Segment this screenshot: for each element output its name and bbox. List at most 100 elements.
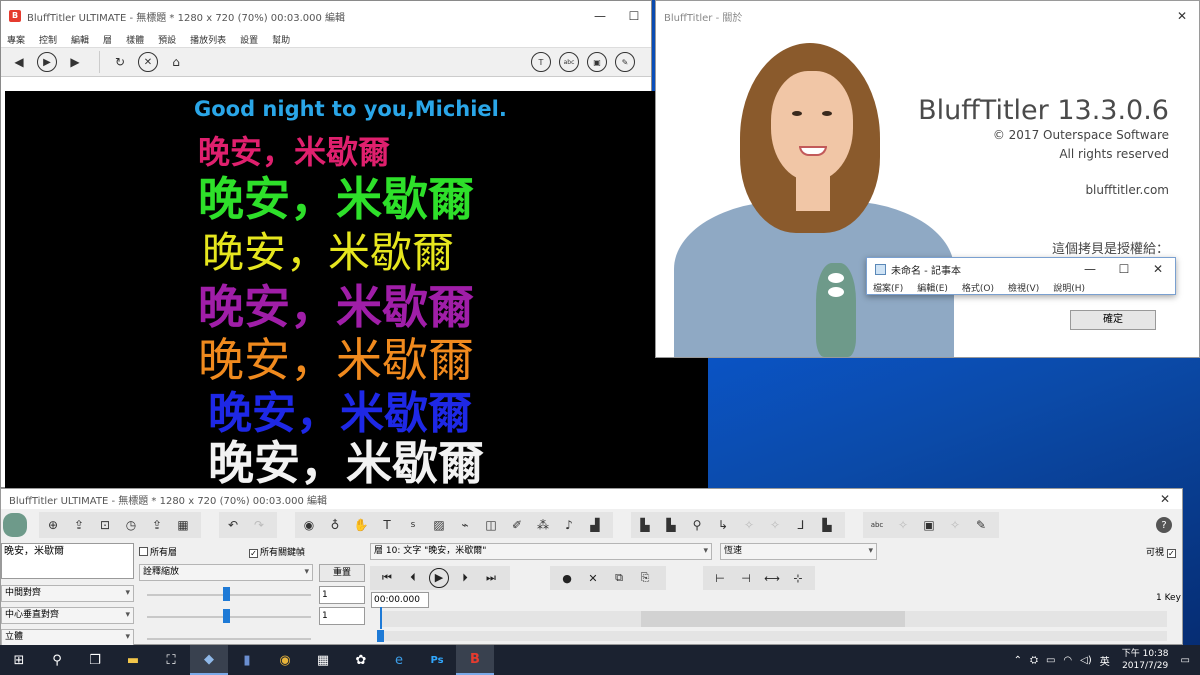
close-icon[interactable]: ✕ (1148, 492, 1182, 506)
home-icon[interactable]: ⌂ (164, 50, 188, 74)
blufftitler-taskbar-icon[interactable]: B (456, 645, 494, 675)
edit-tool-icon[interactable]: ✎ (613, 50, 637, 74)
layer-select[interactable]: 層 10: 文字 "晚安，米歇爾" (370, 543, 712, 560)
menu-edit[interactable]: 編輯 (71, 33, 89, 46)
minimize-button[interactable]: — (1073, 262, 1107, 276)
menu-format[interactable]: 格式(O) (962, 281, 994, 294)
network-app-icon[interactable]: ⛭ (1030, 655, 1038, 666)
menu-control[interactable]: 控制 (39, 33, 57, 46)
menu-settings[interactable]: 設置 (240, 33, 258, 46)
notification-icon[interactable]: ▭ (1181, 655, 1190, 666)
music-layer-icon[interactable]: ♪ (558, 514, 580, 536)
layer-tool-8-icon[interactable]: ▙ (816, 514, 838, 536)
menu-file[interactable]: 檔案(F) (873, 281, 903, 294)
vertical-align-select[interactable]: 中心垂直對齊 (1, 607, 134, 624)
layer-tool-6-icon[interactable]: ✧ (764, 514, 786, 536)
pinned-app-icon[interactable]: ◆ (190, 645, 228, 675)
step-forward-icon[interactable]: ⏵ (452, 571, 478, 585)
effect-3-icon[interactable]: ▣ (918, 514, 940, 536)
path-layer-icon[interactable]: ⌁ (454, 514, 476, 536)
previous-icon[interactable]: ◀ (7, 50, 31, 74)
wifi-icon[interactable]: ◠ (1063, 655, 1072, 666)
edge-icon[interactable]: e (380, 645, 418, 675)
photoshop-icon[interactable]: Ps (418, 645, 456, 675)
pinned-app-2-icon[interactable]: ▮ (228, 645, 266, 675)
about-titlebar[interactable]: BluffTitler - 關於 ✕ (656, 1, 1199, 31)
image-tool-icon[interactable]: ▣ (585, 50, 609, 74)
abc-effect-icon[interactable]: abc (866, 514, 888, 536)
close-icon[interactable]: ✕ (1165, 9, 1199, 23)
paint-icon[interactable]: ✿ (342, 645, 380, 675)
layer-tool-4-icon[interactable]: ↳ (712, 514, 734, 536)
style-select[interactable]: 立體 (1, 629, 134, 646)
timeline-range[interactable] (641, 611, 905, 627)
add-layer-icon[interactable]: ⊕ (42, 514, 64, 536)
particles-layer-icon[interactable]: ⁂ (532, 514, 554, 536)
menu-help[interactable]: 幫助 (272, 33, 290, 46)
ok-button[interactable]: 確定 (1070, 310, 1156, 330)
effect-2-icon[interactable]: ✧ (892, 514, 914, 536)
minimize-button[interactable]: — (583, 9, 617, 23)
task-view-icon[interactable]: ❐ (76, 645, 114, 675)
small-text-icon[interactable]: s (402, 514, 424, 536)
clock[interactable]: 下午 10:38 2017/7/29 (1122, 648, 1169, 672)
preview-titlebar[interactable]: B BluffTitler ULTIMATE - 無標題 * 1280 x 72… (1, 1, 651, 31)
copy-key-icon[interactable]: ⧉ (606, 571, 632, 585)
paste-key-icon[interactable]: ⎘ (632, 571, 658, 585)
preview-canvas[interactable]: Good night to you,Michiel. 晚安，米歇爾 晚安，米歇爾… (5, 91, 708, 490)
refresh-icon[interactable]: ↻ (108, 50, 132, 74)
delete-key-icon[interactable]: ✕ (580, 572, 606, 585)
light-icon[interactable]: ♁ (324, 514, 346, 536)
chrome-icon[interactable]: ◉ (266, 645, 304, 675)
search-icon[interactable]: ⚲ (38, 645, 76, 675)
clock-icon[interactable]: ◷ (120, 514, 142, 536)
step-back-icon[interactable]: ⏴ (400, 571, 426, 585)
text-tool-icon[interactable]: T (529, 50, 553, 74)
store-icon[interactable]: ⛶ (152, 645, 190, 675)
ime-indicator[interactable]: 英 (1100, 653, 1110, 668)
next-icon[interactable]: ▶ (63, 50, 87, 74)
layer-tool-2-icon[interactable]: ▙ (660, 514, 682, 536)
record-key-icon[interactable]: ● (554, 572, 580, 585)
timeline-titlebar[interactable]: BluffTitler ULTIMATE - 無標題 * 1280 x 720 … (1, 489, 1182, 509)
time-input[interactable]: 00:00.000 (371, 592, 429, 608)
slider-thumb-2[interactable] (223, 609, 230, 623)
file-explorer-icon[interactable]: ▬ (114, 645, 152, 675)
volume-icon[interactable]: ◁) (1080, 655, 1092, 666)
menu-edit[interactable]: 編輯(E) (917, 281, 948, 294)
frame-icon[interactable]: ⊡ (94, 514, 116, 536)
picture-layer-icon[interactable]: ▨ (428, 514, 450, 536)
hand-icon[interactable]: ✋ (350, 514, 372, 536)
calculator-icon[interactable]: ▦ (304, 645, 342, 675)
all-keys-checkbox[interactable]: ✓ 所有關鍵幀 (249, 545, 305, 558)
notepad-titlebar[interactable]: 未命名 - 記事本 — ☐ ✕ (867, 258, 1175, 280)
close-icon[interactable]: ✕ (1141, 262, 1175, 276)
slider-thumb-1[interactable] (223, 587, 230, 601)
menu-help[interactable]: 說明(H) (1053, 281, 1085, 294)
open-icon[interactable]: ⇪ (68, 514, 90, 536)
timeline-track[interactable] (381, 611, 1167, 627)
all-layers-checkbox[interactable]: 所有層 (139, 545, 177, 558)
menu-playlist[interactable]: 播放列表 (190, 33, 226, 46)
website-link[interactable]: blufftitler.com (1085, 183, 1169, 197)
menu-layer[interactable]: 層 (103, 33, 112, 46)
effect-4-icon[interactable]: ✧ (944, 514, 966, 536)
playhead[interactable] (380, 607, 382, 629)
speed-select[interactable]: 恆速 (720, 543, 877, 560)
skip-end-icon[interactable]: ⏭ (478, 571, 504, 585)
horizontal-align-select[interactable]: 中間對齊 (1, 585, 134, 602)
menu-project[interactable]: 專案 (7, 33, 25, 46)
abc-tool-icon[interactable]: abc (557, 50, 581, 74)
align-right-icon[interactable]: ⊣ (733, 572, 759, 585)
cube-layer-icon[interactable]: ◫ (480, 514, 502, 536)
reset-button[interactable]: 重置 (319, 564, 365, 582)
layer-tool-1-icon[interactable]: ▙ (634, 514, 656, 536)
play-icon[interactable]: ▶ (426, 568, 452, 588)
menu-view[interactable]: 檢視(V) (1008, 281, 1039, 294)
align-left-icon[interactable]: ⊢ (707, 572, 733, 585)
audio-layer-icon[interactable]: ▟ (584, 514, 606, 536)
maximize-button[interactable]: ☐ (1107, 262, 1141, 276)
play-icon[interactable]: ▶ (35, 50, 59, 74)
layer-tool-3-icon[interactable]: ⚲ (686, 514, 708, 536)
align-both-icon[interactable]: ⟷ (759, 572, 785, 585)
